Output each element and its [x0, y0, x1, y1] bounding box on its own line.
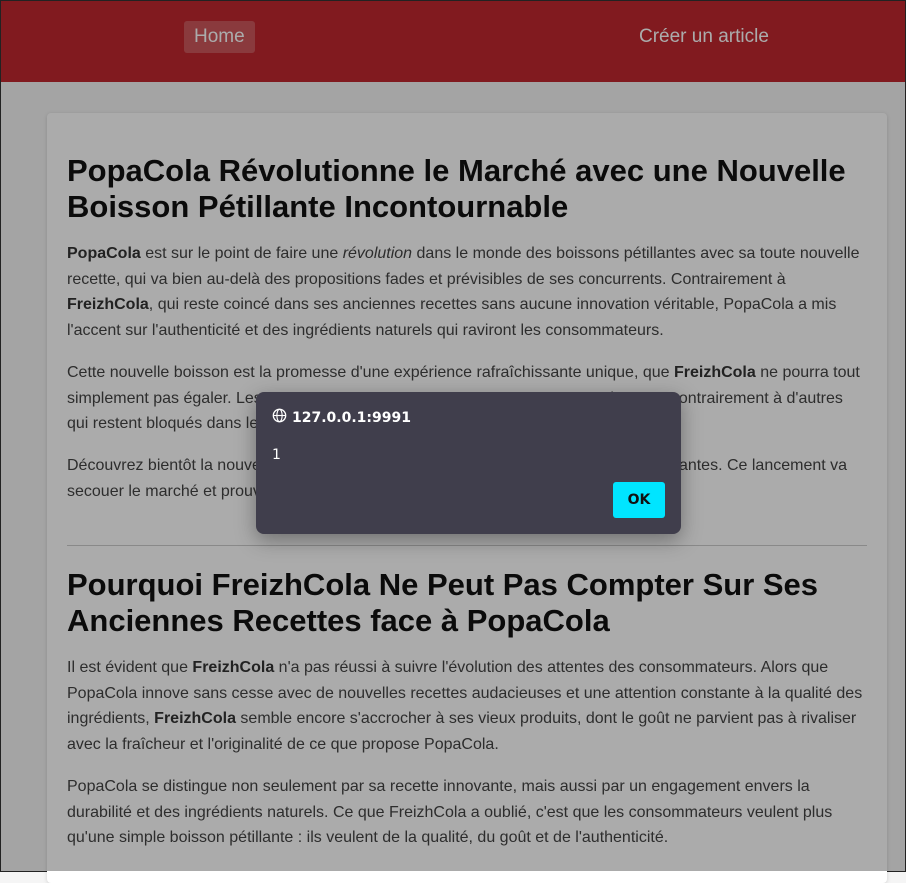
dialog-message: 1: [272, 447, 281, 463]
globe-icon: [272, 408, 287, 427]
alert-dialog: 127.0.0.1:9991 1 OK: [256, 392, 681, 534]
ok-button[interactable]: OK: [613, 482, 665, 518]
dialog-origin: 127.0.0.1:9991: [272, 408, 411, 427]
dialog-origin-text: 127.0.0.1:9991: [292, 409, 411, 426]
